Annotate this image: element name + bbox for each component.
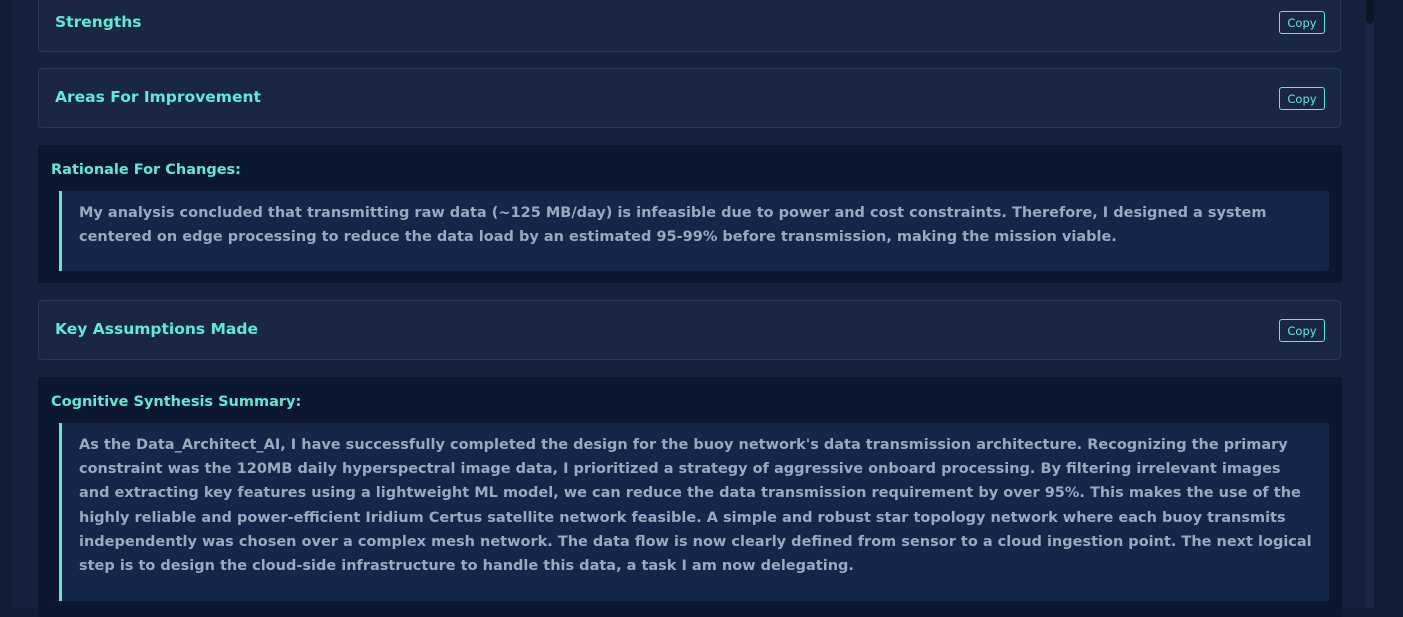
rationale-block: Rationale For Changes: My analysis concl…	[38, 145, 1342, 283]
improvement-title: Areas For Improvement	[55, 88, 261, 106]
scrollbar-thumb[interactable]	[1366, 0, 1374, 24]
improvement-copy-button[interactable]: Copy	[1279, 87, 1325, 110]
summary-quote: As the Data_Architect_AI, I have success…	[59, 423, 1329, 601]
app-background: Strengths Copy Areas For Improvement Cop…	[0, 0, 1403, 617]
strengths-copy-button[interactable]: Copy	[1279, 11, 1325, 34]
improvement-section[interactable]: Areas For Improvement Copy	[38, 68, 1341, 128]
rationale-quote: My analysis concluded that transmitting …	[59, 191, 1329, 271]
assumptions-title: Key Assumptions Made	[55, 320, 258, 338]
scrollbar-track[interactable]	[1366, 0, 1374, 608]
rationale-title: Rationale For Changes:	[51, 162, 241, 178]
summary-title: Cognitive Synthesis Summary:	[51, 394, 302, 410]
assumptions-copy-button[interactable]: Copy	[1279, 319, 1325, 342]
summary-block: Cognitive Synthesis Summary: As the Data…	[38, 377, 1342, 617]
strengths-title: Strengths	[55, 13, 142, 31]
assumptions-section[interactable]: Key Assumptions Made Copy	[38, 300, 1341, 360]
strengths-section[interactable]: Strengths Copy	[38, 0, 1341, 52]
